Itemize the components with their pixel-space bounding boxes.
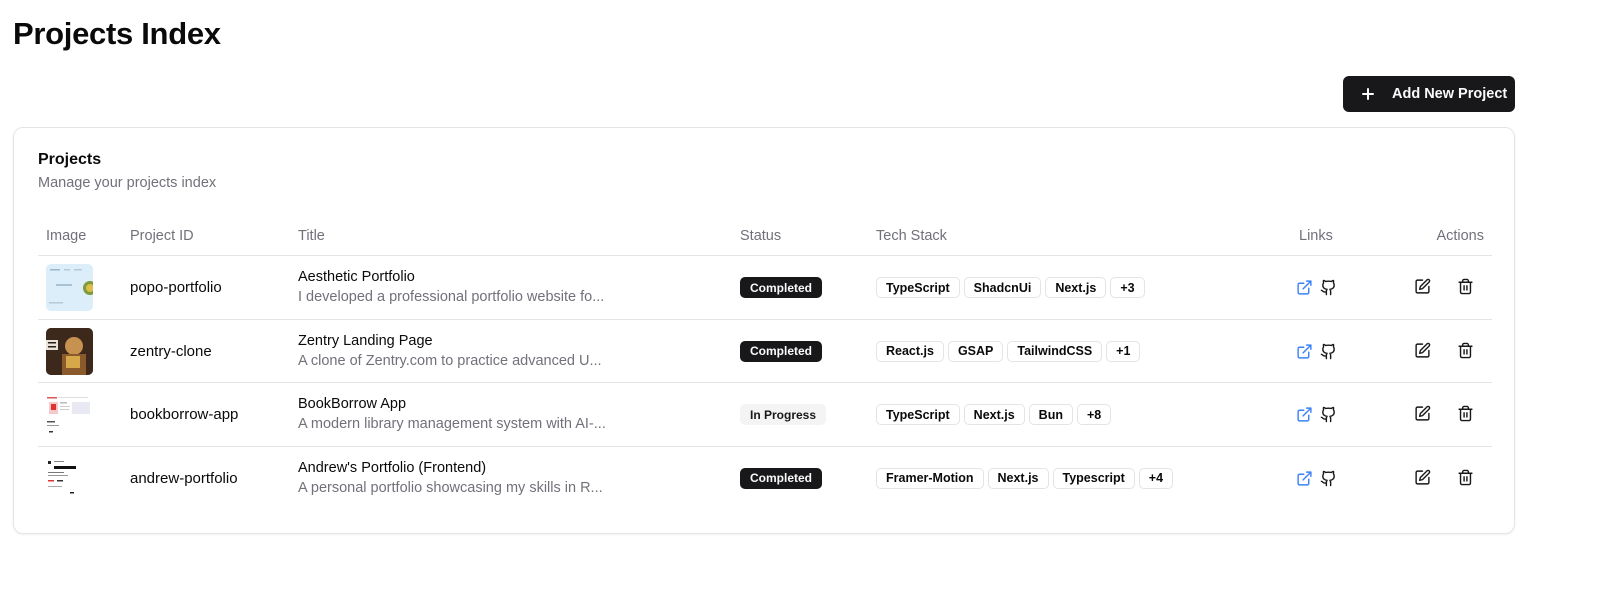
project-links <box>1296 279 1337 296</box>
project-id: andrew-portfolio <box>130 469 238 487</box>
project-title: Zentry Landing Page <box>298 332 433 349</box>
project-thumbnail <box>46 454 93 502</box>
trash-icon[interactable] <box>1457 342 1474 359</box>
project-description: A personal portfolio showcasing my skill… <box>298 479 603 496</box>
projects-table: Image Project ID Title Status Tech Stack… <box>38 216 1492 510</box>
project-title: BookBorrow App <box>298 396 407 412</box>
tech-tag: GSAP <box>947 340 1004 362</box>
github-icon[interactable] <box>1320 470 1337 487</box>
table-row: andrew-portfolio Andrew's Portfolio (Fro… <box>38 447 1492 511</box>
external-link-icon[interactable] <box>1296 279 1313 296</box>
edit-icon[interactable] <box>1414 405 1431 422</box>
tech-tag: Next.js <box>963 404 1025 425</box>
trash-icon[interactable] <box>1457 469 1474 486</box>
row-actions <box>1414 469 1474 486</box>
project-description: A clone of Zentry.com to practice advanc… <box>298 352 602 369</box>
status-badge: In Progress <box>740 404 827 425</box>
project-thumbnail <box>46 327 93 375</box>
column-header-project-id: Project ID <box>130 228 194 244</box>
row-actions <box>1414 405 1474 422</box>
page-title: Projects Index <box>13 16 221 51</box>
edit-icon[interactable] <box>1414 278 1431 295</box>
github-icon[interactable] <box>1320 343 1337 360</box>
tech-tag-more: +3 <box>1110 277 1145 298</box>
card-description: Manage your projects index <box>38 175 217 191</box>
project-links <box>1296 470 1337 487</box>
project-description: I developed a professional portfolio web… <box>298 289 605 305</box>
column-header-image: Image <box>46 228 87 244</box>
tech-tag-more: +4 <box>1138 467 1174 489</box>
plus-icon <box>1361 87 1375 101</box>
row-actions <box>1414 342 1474 359</box>
tech-tag: TypeScript <box>876 277 960 298</box>
project-description: A modern library management system with … <box>298 416 606 432</box>
tech-tag: ShadcnUi <box>963 277 1042 298</box>
external-link-icon[interactable] <box>1296 406 1313 423</box>
trash-icon[interactable] <box>1457 278 1474 295</box>
column-header-status: Status <box>740 228 782 244</box>
project-links <box>1296 343 1337 360</box>
card-title: Projects <box>38 151 102 168</box>
add-new-project-label: Add New Project <box>1392 86 1508 102</box>
column-header-tech-stack: Tech Stack <box>876 228 947 244</box>
table-row: bookborrow-app BookBorrow App A modern l… <box>38 383 1492 447</box>
tech-stack-tags: Framer-Motion Next.js Typescript +4 <box>876 467 1174 489</box>
project-id: zentry-clone <box>130 342 212 360</box>
table-row: popo-portfolio Aesthetic Portfolio I dev… <box>38 256 1492 320</box>
tech-tag: Next.js <box>1045 277 1107 298</box>
project-links <box>1296 406 1337 423</box>
edit-icon[interactable] <box>1414 469 1431 486</box>
table-header: Image Project ID Title Status Tech Stack… <box>38 216 1492 256</box>
tech-tag: TypeScript <box>876 404 960 425</box>
row-actions <box>1414 278 1474 295</box>
project-id: popo-portfolio <box>130 279 222 296</box>
tech-tag: Typescript <box>1052 467 1135 489</box>
tech-tag: TailwindCSS <box>1007 340 1103 362</box>
tech-stack-tags: TypeScript ShadcnUi Next.js +3 <box>876 277 1145 298</box>
tech-tag: Bun <box>1028 404 1073 425</box>
external-link-icon[interactable] <box>1296 470 1313 487</box>
external-link-icon[interactable] <box>1296 343 1313 360</box>
status-badge: Completed <box>740 277 823 298</box>
column-header-title: Title <box>298 228 325 244</box>
project-thumbnail <box>46 264 93 311</box>
project-id: bookborrow-app <box>130 406 239 423</box>
github-icon[interactable] <box>1320 406 1337 423</box>
trash-icon[interactable] <box>1457 405 1474 422</box>
tech-tag: Next.js <box>987 467 1049 489</box>
tech-tag: React.js <box>876 340 944 362</box>
tech-tag-more: +1 <box>1106 340 1141 362</box>
tech-stack-tags: React.js GSAP TailwindCSS +1 <box>876 340 1141 362</box>
tech-tag-more: +8 <box>1076 404 1112 425</box>
tech-stack-tags: TypeScript Next.js Bun +8 <box>876 404 1112 425</box>
project-thumbnail <box>46 391 93 438</box>
project-title: Andrew's Portfolio (Frontend) <box>298 459 487 476</box>
projects-card: Projects Manage your projects index Imag… <box>13 127 1515 534</box>
github-icon[interactable] <box>1320 279 1337 296</box>
add-new-project-button[interactable]: Add New Project <box>1343 76 1515 112</box>
tech-tag: Framer-Motion <box>876 467 984 489</box>
column-header-actions: Actions <box>1436 228 1484 244</box>
status-badge: Completed <box>740 467 823 489</box>
edit-icon[interactable] <box>1414 342 1431 359</box>
status-badge: Completed <box>740 340 823 362</box>
project-title: Aesthetic Portfolio <box>298 269 415 285</box>
column-header-links: Links <box>1299 228 1333 244</box>
table-row: zentry-clone Zentry Landing Page A clone… <box>38 320 1492 383</box>
